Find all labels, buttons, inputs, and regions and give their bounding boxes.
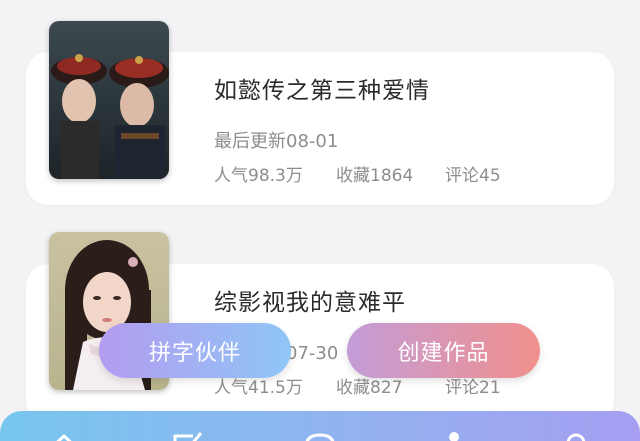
work-title[interactable]: 综影视我的意难平 <box>214 283 406 317</box>
work-cover-image[interactable] <box>49 21 169 179</box>
popularity-count: 人气98.3万 <box>214 166 303 186</box>
partner-button[interactable]: 拼字伙伴 <box>99 323 291 378</box>
edit-icon[interactable] <box>167 427 207 441</box>
last-updated-text: 最后更新08-01 <box>214 131 339 152</box>
comments-count: 评论45 <box>445 166 501 186</box>
create-work-button[interactable]: 创建作品 <box>347 323 540 378</box>
bottom-nav <box>0 411 640 441</box>
home-icon[interactable] <box>44 427 84 441</box>
profile-icon[interactable] <box>436 427 476 441</box>
search-icon[interactable] <box>556 427 596 441</box>
work-title[interactable]: 如懿传之第三种爱情 <box>214 71 430 105</box>
chat-icon[interactable] <box>300 427 340 441</box>
favorites-count: 收藏1864 <box>336 166 414 186</box>
